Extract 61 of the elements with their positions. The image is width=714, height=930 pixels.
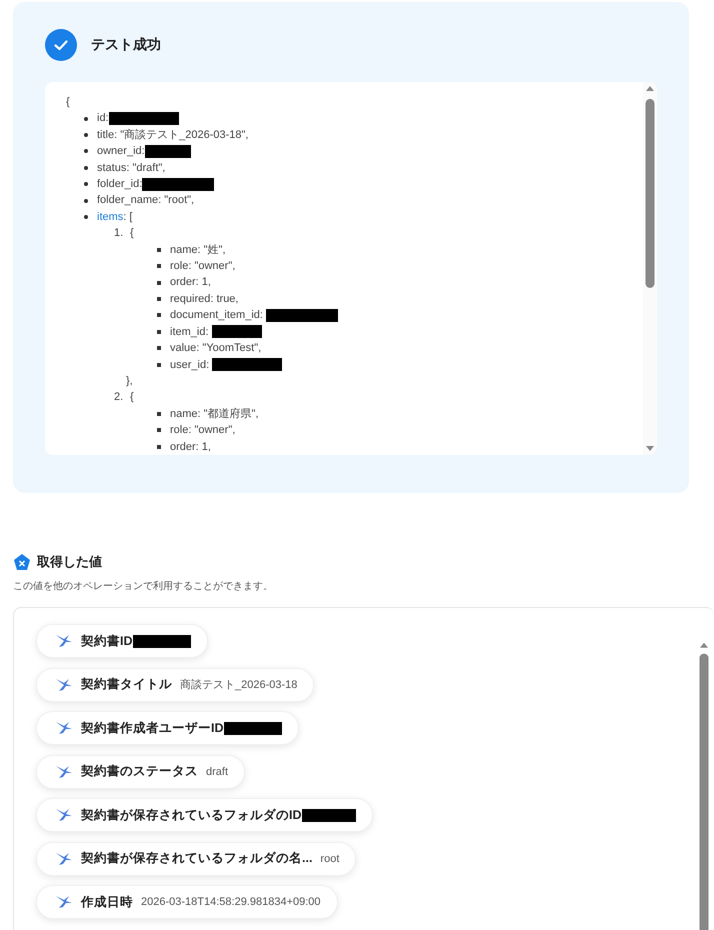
bullet-icon — [84, 166, 88, 170]
bullet-icon — [157, 280, 161, 285]
section-title: 取得した値 — [37, 553, 102, 571]
value-chip[interactable]: 契約書が保存されているフォルダの名... root — [36, 842, 356, 876]
code-line: : [ — [123, 210, 132, 225]
value-chip[interactable]: 作成日時 2026-03-18T14:58:29.981834+09:00 — [36, 885, 338, 919]
code-line: { — [130, 226, 134, 242]
bird-icon — [55, 634, 73, 648]
code-line: status: "draft", — [97, 160, 166, 176]
section-description: この値を他のオペレーションで利用することができます。 — [13, 580, 274, 593]
status-title: テスト成功 — [91, 36, 161, 54]
code-line: folder_name: "root", — [97, 193, 194, 208]
code-line: name: "姓", — [170, 242, 226, 258]
bird-icon — [55, 721, 73, 735]
field-link[interactable]: items — [97, 208, 124, 226]
bullet-icon — [84, 116, 88, 121]
value-chip[interactable]: 契約書ID — [36, 624, 208, 658]
code-line: role: "owner", — [170, 423, 236, 438]
bird-icon — [55, 895, 73, 909]
bullet-icon — [84, 133, 88, 138]
bullet-icon — [157, 313, 161, 318]
code-line: { — [66, 95, 70, 110]
code-line: { — [130, 390, 134, 406]
bullet-icon — [157, 330, 161, 334]
code-line: id: — [97, 111, 109, 126]
list-number: 1. — [114, 226, 124, 242]
code-line: item_id: — [170, 324, 209, 340]
code-line: }, — [126, 374, 133, 389]
bird-icon — [55, 678, 73, 692]
code-line: title: "商談テスト_2026-03-18", — [97, 128, 248, 143]
bullet-icon — [84, 149, 88, 154]
bullet-icon — [157, 346, 161, 350]
value-chip[interactable]: 契約書が保存されているフォルダのID — [36, 798, 372, 832]
bullet-icon — [157, 297, 161, 302]
bullet-icon — [157, 248, 161, 252]
code-line: role: "owner", — [170, 259, 236, 274]
bullet-icon — [157, 264, 161, 268]
code-line: value: "YoomTest", — [170, 341, 262, 356]
code-line: order: 1, — [170, 440, 211, 455]
value-chip[interactable]: 契約書のステータス draft — [36, 754, 246, 788]
bullet-icon — [157, 412, 161, 416]
bird-icon — [55, 852, 73, 866]
bullet-icon — [157, 444, 161, 449]
list-number: 2. — [114, 390, 124, 406]
bullet-icon — [84, 215, 88, 220]
bullet-icon — [157, 362, 161, 367]
variable-icon — [13, 553, 31, 571]
code-line: required: true, — [170, 292, 238, 307]
code-line: owner_id: — [97, 144, 145, 160]
bird-icon — [55, 764, 73, 778]
bullet-icon — [157, 428, 161, 432]
code-line: document_item_id: — [170, 308, 263, 324]
bullet-icon — [84, 182, 88, 186]
code-line: user_id: — [170, 358, 210, 372]
code-line: folder_id: — [97, 177, 142, 192]
bird-icon — [55, 808, 73, 822]
value-chip[interactable]: 契約書タイトル 商談テスト_2026-03-18 — [36, 668, 314, 702]
value-chip[interactable]: 契約書作成者ユーザーID — [36, 711, 298, 745]
code-line: order: 1, — [170, 275, 211, 290]
bullet-icon — [84, 198, 88, 203]
code-line: name: "都道府県", — [170, 406, 258, 422]
